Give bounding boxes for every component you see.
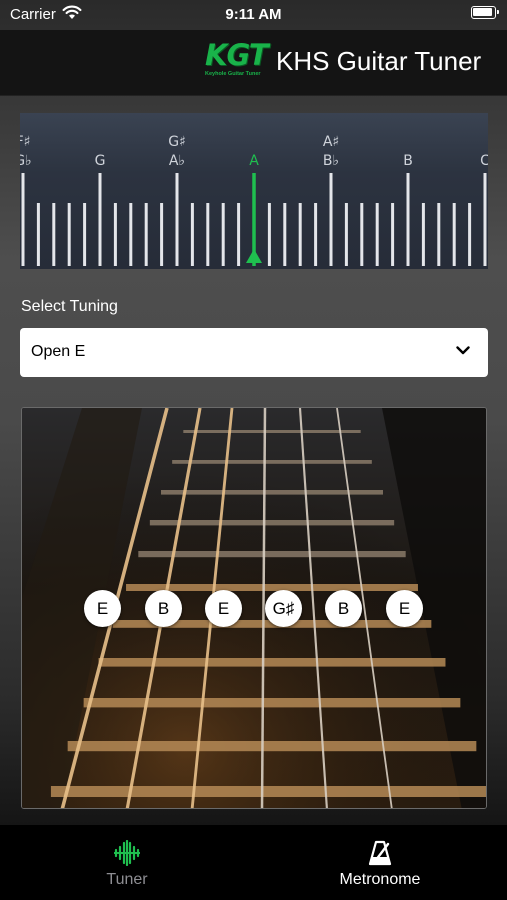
tuning-select[interactable]: Open E [20, 328, 488, 377]
fret-wire [138, 551, 406, 558]
string-note-4[interactable]: G♯ [265, 590, 302, 627]
string-note-1[interactable]: E [84, 590, 121, 627]
waveform-icon [114, 840, 140, 866]
status-bar: Carrier 9:11 AM [0, 0, 507, 30]
tuning-select-value: Open E [31, 343, 86, 360]
select-tuning-label: Select Tuning [21, 298, 118, 315]
status-time: 9:11 AM [225, 6, 282, 23]
chevron-down-icon [456, 346, 470, 355]
app-logo: KGT Keyhole Guitar Tuner [205, 40, 275, 80]
fret-wire [126, 584, 418, 591]
tab-metronome-label: Metronome [339, 871, 421, 888]
tab-metronome[interactable]: Metronome [253, 825, 507, 900]
fret-wire [50, 786, 486, 797]
meter-note-label: G [95, 153, 106, 169]
battery-icon [471, 6, 499, 19]
tuner-meter: F♯ G♭ G G♯ A♭ A A♯ B♭ B C [20, 113, 488, 269]
string-note-6[interactable]: E [386, 590, 423, 627]
fret-wire [67, 741, 477, 752]
string-note-3[interactable]: E [205, 590, 242, 627]
tab-bar: Tuner Metronome [0, 825, 507, 900]
meter-note-label: A♭ [169, 153, 185, 169]
string-note-2[interactable]: B [145, 590, 182, 627]
meter-note-label: A [249, 153, 259, 169]
meter-note-label-sharp: G♯ [168, 134, 186, 150]
string-note-5[interactable]: B [325, 590, 362, 627]
logo-text: KGT [205, 38, 269, 72]
tab-tuner[interactable]: Tuner [0, 825, 254, 900]
meter-note-label-sharp: F♯ [20, 134, 30, 150]
fret-wire [183, 430, 361, 433]
app-header: KGT Keyhole Guitar Tuner KHS Guitar Tune… [0, 30, 507, 96]
meter-note-label: B♭ [323, 153, 339, 169]
meter-note-label: C [480, 153, 488, 169]
metronome-icon [368, 840, 392, 866]
fret-wire [161, 490, 383, 495]
fret-wire [172, 460, 372, 464]
meter-note-label: G♭ [20, 153, 32, 169]
tuner-scale: F♯ G♭ G G♯ A♭ A A♯ B♭ B C [20, 134, 488, 266]
meter-indicator-arrow [246, 249, 262, 263]
meter-note-label-sharp: A♯ [323, 134, 339, 150]
fret-wire [83, 698, 461, 708]
fret-wire [149, 520, 395, 526]
app-title: KHS Guitar Tuner [276, 46, 482, 76]
meter-note-label: B [403, 153, 413, 169]
tab-tuner-label: Tuner [106, 871, 148, 888]
fret-wire [98, 658, 446, 667]
